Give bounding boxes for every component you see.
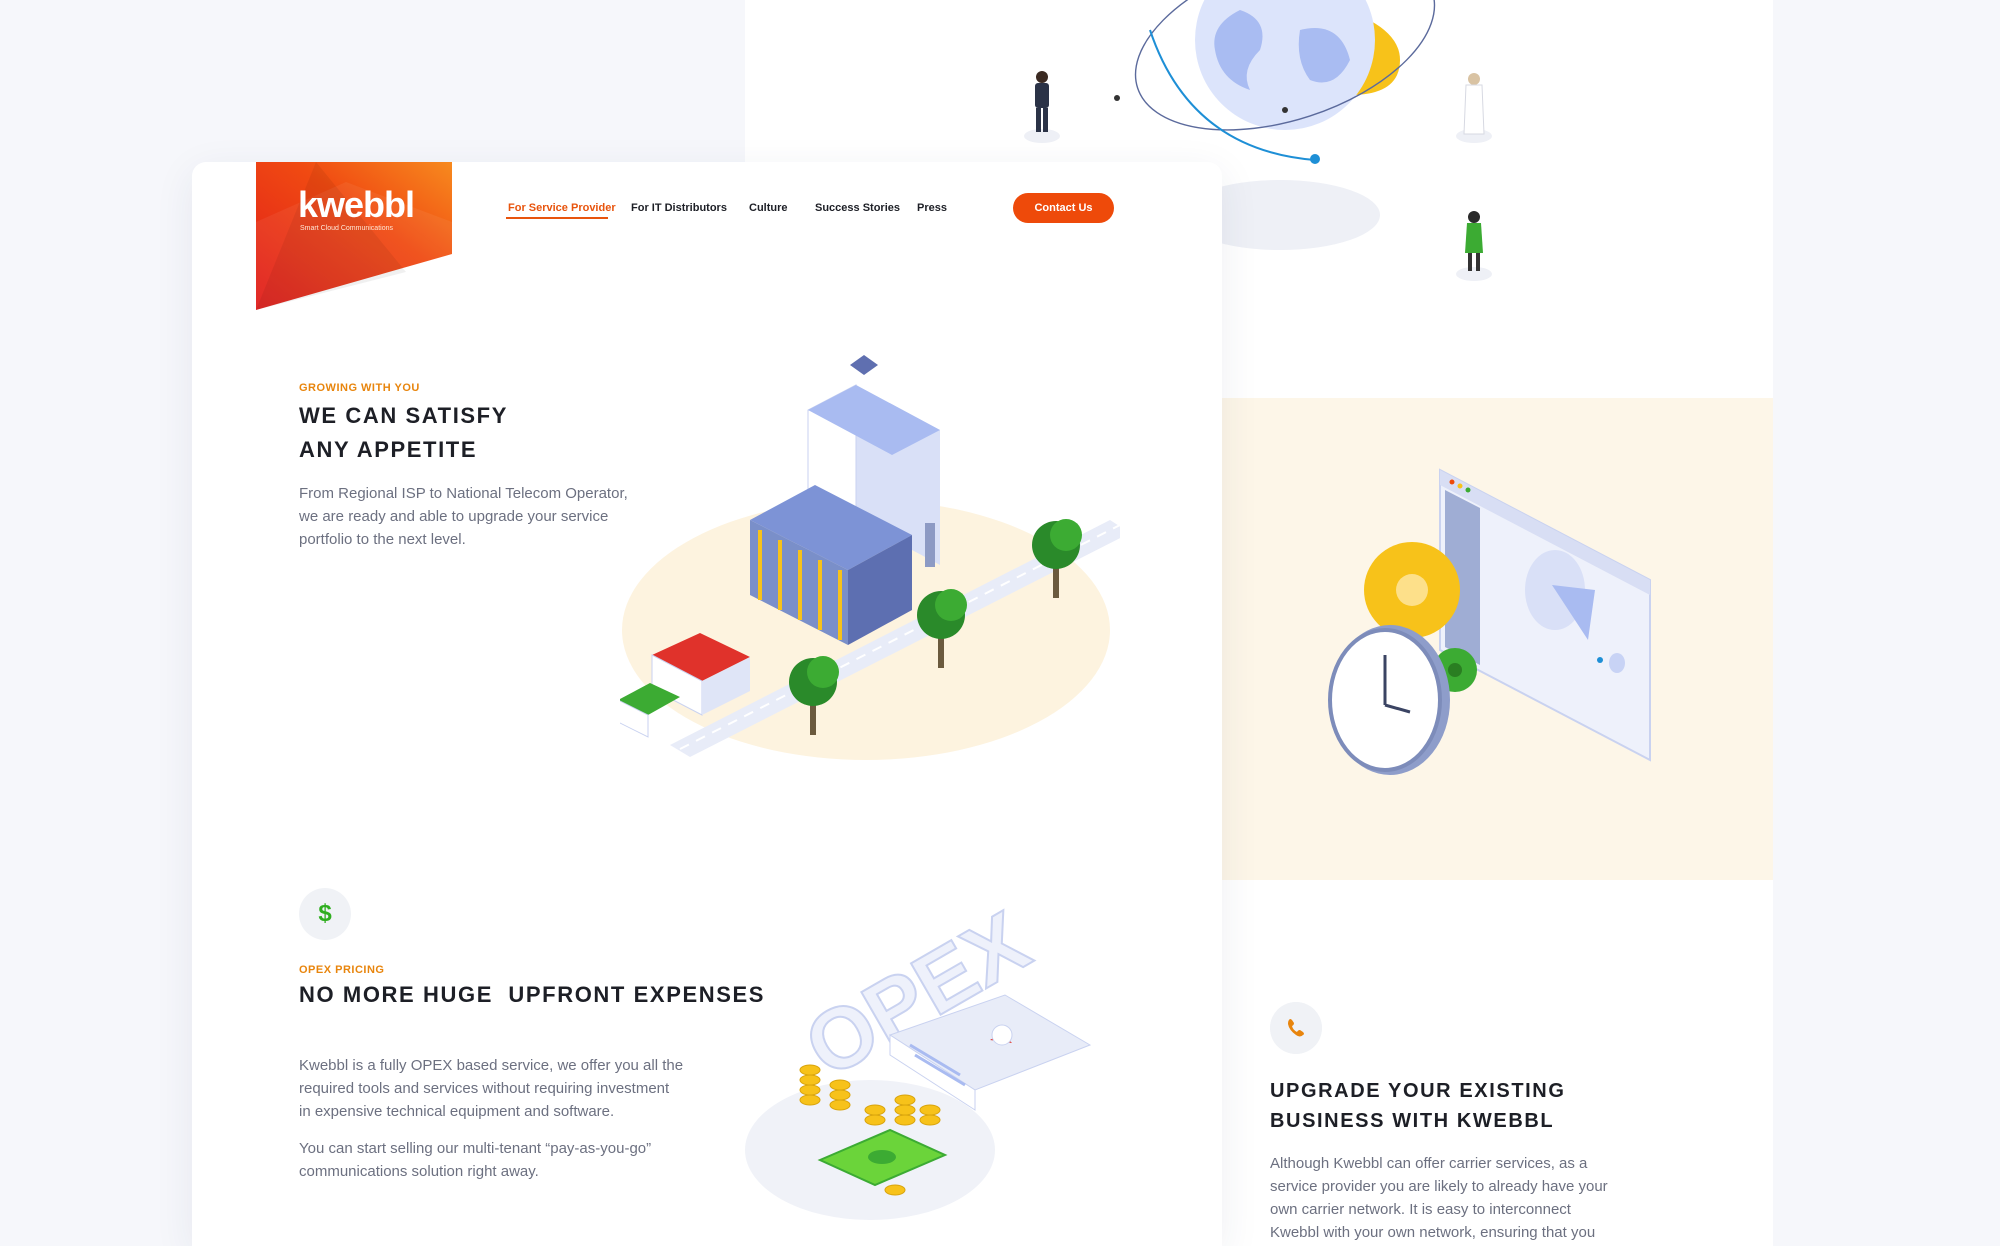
contact-us-button[interactable]: Contact Us (1013, 193, 1114, 223)
upgrade-title-line1: UPGRADE YOUR EXISTING (1270, 1080, 1566, 1102)
nav-item-success-stories[interactable]: Success Stories (815, 202, 900, 214)
phone-icon (1270, 1002, 1322, 1054)
opex-title: NO MORE HUGE UPFRONT EXPENSES (299, 982, 766, 1007)
opex-body1-line2: required tools and services without requ… (299, 1080, 670, 1097)
hero-eyebrow: GROWING WITH YOU (299, 382, 420, 394)
brand-wordmark[interactable]: kwebbl (298, 184, 415, 226)
opex-body2-line2: communications solution right away. (299, 1163, 539, 1180)
upgrade-body-line2: service provider you are likely to alrea… (1270, 1178, 1608, 1195)
nav-item-culture[interactable]: Culture (749, 202, 788, 214)
person-figure (1456, 211, 1492, 281)
opex-body1-line3: in expensive technical equipment and sof… (299, 1103, 615, 1120)
upgrade-body-line3: own carrier network. It is easy to inter… (1270, 1201, 1571, 1218)
clock-gears-illustration (1328, 468, 1651, 775)
nav-item-press[interactable]: Press (917, 202, 947, 214)
person-figure (1456, 73, 1492, 143)
hero-title-line2: ANY APPETITE (299, 437, 478, 462)
nav-item-for-service-provider[interactable]: For Service Provider (508, 202, 616, 214)
person-figure (1024, 71, 1060, 143)
dollar-icon: $ (299, 888, 351, 940)
hero-body-line1: From Regional ISP to National Telecom Op… (299, 485, 628, 502)
opex-body1-line1: Kwebbl is a fully OPEX based service, we… (299, 1057, 684, 1074)
city-buildings-illustration (620, 355, 1120, 760)
nav-item-for-it-distributors[interactable]: For IT Distributors (631, 202, 727, 214)
nav-active-underline (506, 217, 608, 219)
opex-eyebrow: OPEX PRICING (299, 964, 385, 976)
hero-title-line1: WE CAN SATISFY (299, 403, 508, 428)
hero-body-line2: we are ready and able to upgrade your se… (299, 508, 609, 525)
opex-body2-line1: You can start selling our multi-tenant “… (299, 1140, 652, 1157)
opex-illustration: OPEX (745, 895, 1092, 1220)
upgrade-body-line4: Kwebbl with your own network, ensuring t… (1270, 1224, 1596, 1241)
upgrade-title-line2: BUSINESS WITH KWEBBL (1270, 1110, 1555, 1132)
upgrade-body-line1: Although Kwebbl can offer carrier servic… (1270, 1155, 1588, 1172)
brand-tagline: Smart Cloud Communications (300, 225, 393, 232)
hero-body-line3: portfolio to the next level. (299, 531, 466, 548)
